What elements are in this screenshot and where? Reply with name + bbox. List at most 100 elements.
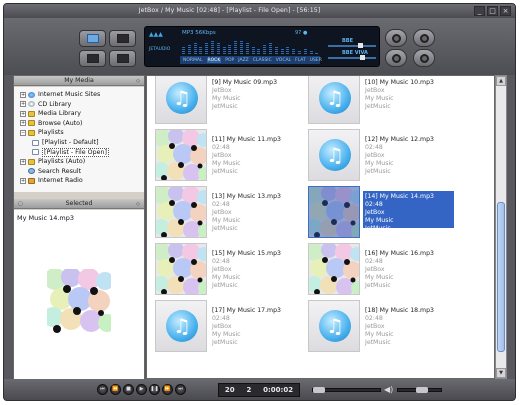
track-duration: 02:48 [365, 315, 383, 322]
album-thumbnail[interactable] [308, 186, 360, 238]
track-duration: 02:48 [365, 258, 383, 265]
effect-slider[interactable]: BBE [328, 38, 376, 49]
maximize-button[interactable]: □ [487, 6, 498, 16]
eq-preset-pop[interactable]: POP [225, 58, 234, 63]
eq-preset-rock[interactable]: ROCK [206, 57, 222, 63]
collapse-icon[interactable]: ◇ [136, 77, 140, 86]
effect-knob[interactable] [358, 43, 363, 48]
tree-item[interactable]: + Media Library [20, 109, 81, 118]
tree-item[interactable]: + CD Library [20, 100, 71, 109]
tree-item[interactable]: + Internet Radio [20, 176, 83, 185]
speaker-icon[interactable]: ◀) [384, 385, 393, 394]
track-item[interactable]: [13] My Music 13.mp3 02:48 JetBox My Music J… [150, 182, 320, 242]
view-mode-button[interactable] [79, 30, 106, 47]
album-thumbnail[interactable]: ♫ [155, 300, 207, 352]
expander-icon[interactable]: + [20, 158, 26, 165]
track-item[interactable]: ♫ [18] My Music 18.mp3 02:48 JetBox My Music… [303, 296, 473, 356]
expander-icon[interactable]: − [20, 129, 26, 136]
album-thumbnail[interactable]: ♫ [155, 76, 207, 124]
previous-icon: ⏮ [100, 386, 105, 392]
play-button[interactable]: ▶ [136, 384, 147, 395]
track-item[interactable]: [14] My Music 14.mp3 02:48 JetBox My Music J… [303, 182, 473, 242]
album-thumbnail[interactable] [308, 243, 360, 295]
effect-track[interactable] [328, 45, 376, 47]
volume-slider[interactable] [397, 387, 442, 393]
track-item[interactable]: [11] My Music 11.mp3 02:48 JetBox My Music J… [150, 125, 320, 185]
album-thumbnail[interactable]: ♫ [308, 76, 360, 124]
seek-knob[interactable] [313, 387, 325, 393]
track-title: [16] My Music 16.mp3 [365, 250, 434, 257]
settings-button[interactable] [413, 49, 435, 67]
effect-slider[interactable]: BBE VIVA [328, 50, 376, 61]
track-item[interactable]: ♫ [10] My Music 10.mp3 JetBox My Music JetMu… [303, 76, 473, 128]
tree-item-label: Internet Music Sites [38, 91, 101, 98]
volume-knob[interactable] [416, 387, 428, 393]
track-duration: 02:48 [365, 201, 383, 208]
my-media-header[interactable]: My Media ◇ [14, 76, 144, 86]
track-item[interactable]: [15] My Music 15.mp3 02:48 JetBox My Music J… [150, 239, 320, 299]
device-button[interactable] [109, 50, 136, 67]
eq-preset-flat[interactable]: FLAT [295, 58, 306, 63]
album-thumbnail[interactable] [155, 129, 207, 181]
track-item[interactable]: [16] My Music 16.mp3 02:48 JetBox My Music J… [303, 239, 473, 299]
folder-icon [28, 129, 35, 136]
expand-icon[interactable]: ◇ [136, 200, 140, 209]
eq-preset-vocal[interactable]: VOCAL [276, 58, 291, 63]
album-thumbnail[interactable]: ♫ [308, 129, 360, 181]
album-thumbnail[interactable]: ♫ [308, 300, 360, 352]
expander-icon[interactable]: + [20, 177, 26, 184]
fast-forward-button[interactable]: ⏩ [162, 384, 173, 395]
rewind-icon: ⏪ [112, 386, 119, 392]
scroll-down-icon[interactable]: ▼ [496, 368, 506, 378]
tree-item[interactable]: [Playlist - File Open] [32, 147, 109, 157]
eq-preset-jazz[interactable]: JAZZ [238, 58, 249, 63]
track-meta: [13] My Music 13.mp3 02:48 JetBox My Music J… [212, 193, 281, 233]
minimize-button[interactable]: _ [474, 6, 485, 16]
album-thumbnail[interactable] [155, 243, 207, 295]
seek-slider[interactable] [312, 387, 381, 393]
track-item[interactable]: ♫ [9] My Music 09.mp3 JetBox My Music JetMus… [150, 76, 320, 128]
lcd-display: ▲▲▲ JETAUDIO MP3 56Kbps 97 ● NORMAL ROCK P… [144, 26, 380, 67]
expander-icon[interactable]: + [20, 91, 26, 98]
title-bar[interactable]: JetBox / My Music [02:48] - [Playlist - … [4, 4, 515, 18]
library-button[interactable] [79, 50, 106, 67]
tree-item[interactable]: + Playlists (Auto) [20, 157, 85, 166]
pause-button[interactable]: ❚❚ [149, 384, 160, 395]
album-thumbnail[interactable] [155, 186, 207, 238]
tree-item[interactable]: + Browse (Auto) [20, 119, 82, 128]
stop-button[interactable]: ■ [123, 384, 134, 395]
scrollbar-thumb[interactable] [497, 202, 505, 352]
track-item[interactable]: ♫ [17] My Music 17.mp3 02:48 JetBox My Music… [150, 296, 320, 356]
tree-item[interactable]: Search Result [20, 167, 81, 176]
tree-item[interactable]: [Playlist - Default] [32, 138, 99, 147]
effect-knob[interactable] [360, 55, 365, 60]
scroll-up-icon[interactable]: ▲ [496, 76, 506, 86]
vertical-scrollbar[interactable]: ▲ ▼ [495, 75, 507, 379]
expander-icon[interactable]: + [20, 110, 26, 117]
tree-item-label: Internet Radio [38, 177, 83, 185]
selected-header[interactable]: ▢ Selected ◇ [14, 199, 144, 209]
next-button[interactable]: ⏭ [175, 384, 186, 395]
track-item[interactable]: ♫ [12] My Music 12.mp3 02:48 JetBox My Music… [303, 125, 473, 185]
eq-preset-user[interactable]: USER [310, 58, 322, 63]
expander-icon[interactable]: + [20, 101, 26, 108]
tree-item[interactable]: − Playlists [20, 128, 64, 137]
panel-toggle-icon[interactable]: ▢ [18, 200, 23, 209]
effects-button[interactable] [385, 29, 407, 47]
close-button[interactable]: × [500, 6, 511, 16]
effect-track[interactable] [328, 57, 376, 59]
track-album: My Music [212, 274, 241, 281]
eq-preset-classic[interactable]: CLASSIC [253, 58, 272, 63]
power-button[interactable] [413, 29, 435, 47]
spectrum-bar [263, 45, 267, 54]
repeat-button[interactable] [385, 49, 407, 67]
expander-icon[interactable]: + [20, 120, 26, 127]
eq-preset-normal[interactable]: NORMAL [183, 58, 203, 63]
track-title: [13] My Music 13.mp3 [212, 193, 281, 200]
rewind-button[interactable]: ⏪ [110, 384, 121, 395]
track-genre: JetMusic [365, 282, 391, 289]
spectrum-bar [280, 49, 284, 54]
tree-item[interactable]: + Internet Music Sites [20, 90, 100, 99]
previous-button[interactable]: ⏮ [97, 384, 108, 395]
skin-button[interactable] [109, 30, 136, 47]
